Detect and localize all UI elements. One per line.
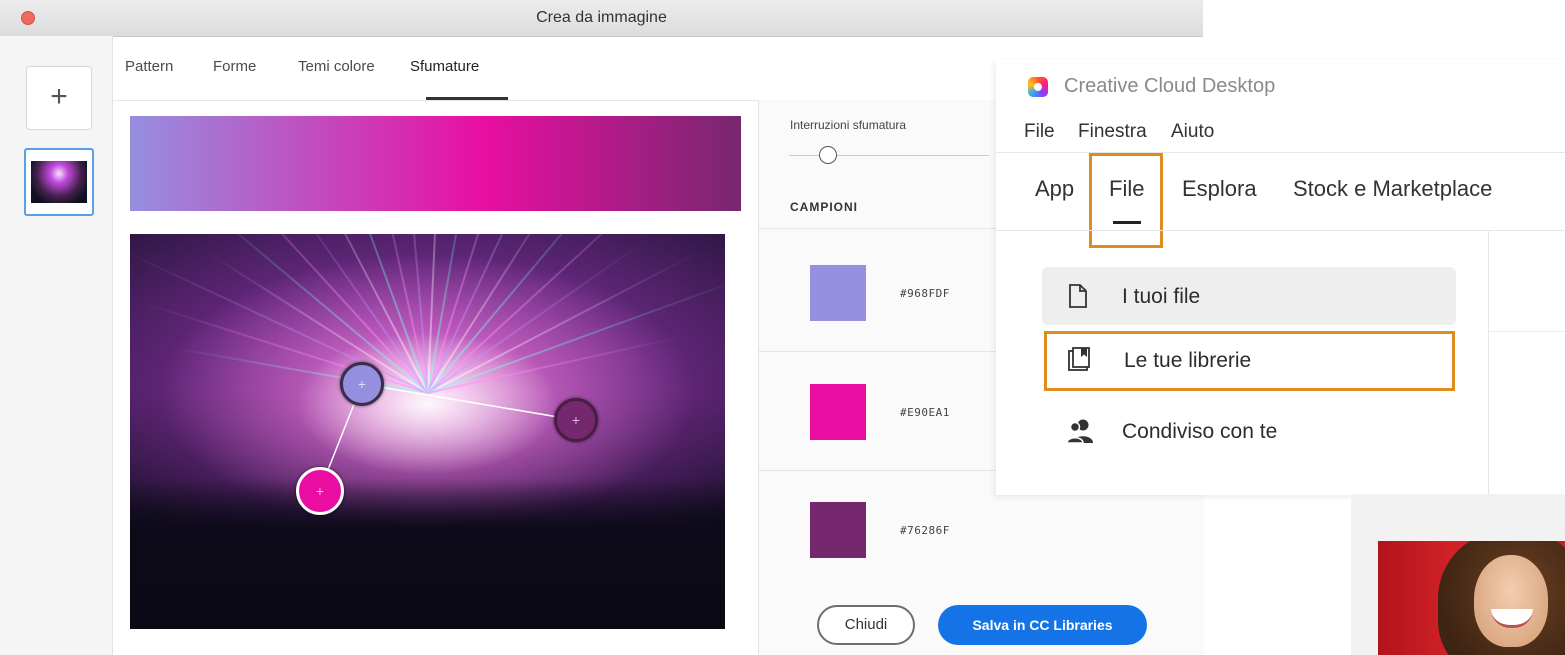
cc-app-title: Creative Cloud Desktop xyxy=(1064,75,1276,97)
active-tab-indicator xyxy=(426,97,508,100)
title-bar: Crea da immagine xyxy=(0,0,1203,37)
portrait-face xyxy=(1474,555,1548,647)
menu-bar: File Finestra Aiuto xyxy=(996,120,1565,153)
save-to-cc-libraries-button[interactable]: Salva in CC Libraries xyxy=(938,605,1147,645)
marker-connectors xyxy=(319,383,577,491)
menu-file[interactable]: File xyxy=(1024,121,1055,143)
color-picker-marker-3[interactable]: + xyxy=(554,398,598,442)
close-button[interactable]: Chiudi xyxy=(817,605,915,645)
swatch-color[interactable] xyxy=(810,384,866,440)
nav-item-label: Le tue librerie xyxy=(1124,349,1252,372)
file-tab-highlight-box xyxy=(1089,153,1163,248)
cc-tab-esplora[interactable]: Esplora xyxy=(1182,176,1257,202)
gradient-preview xyxy=(130,116,741,211)
swatch-hex: #E90EA1 xyxy=(900,406,950,419)
color-picker-marker-1[interactable]: + xyxy=(340,362,384,406)
nav-item-your-files[interactable]: I tuoi file xyxy=(1042,267,1456,325)
thumbnail-picture xyxy=(31,161,87,203)
image-thumbnail[interactable] xyxy=(24,148,94,216)
nav-item-label: I tuoi file xyxy=(1122,285,1201,308)
add-image-button[interactable]: + xyxy=(26,66,92,130)
creative-cloud-logo-icon xyxy=(1028,77,1048,97)
swatch-hex: #968FDF xyxy=(900,287,950,300)
concert-photo: + + + xyxy=(130,234,725,629)
nav-item-shared-with-you[interactable]: Condiviso con te xyxy=(1042,402,1456,460)
menu-finestra[interactable]: Finestra xyxy=(1078,121,1147,143)
swatch-color[interactable] xyxy=(810,502,866,558)
color-picker-marker-2[interactable]: + xyxy=(296,467,344,515)
cc-tab-app[interactable]: App xyxy=(1035,176,1074,202)
tab-forme[interactable]: Forme xyxy=(213,58,256,75)
tab-pattern[interactable]: Pattern xyxy=(125,58,173,75)
window-title: Crea da immagine xyxy=(536,9,667,26)
creative-cloud-desktop-window: Creative Cloud Desktop File Finestra Aiu… xyxy=(996,60,1565,495)
swatch-hex: #76286F xyxy=(900,524,950,537)
tab-temi-colore[interactable]: Temi colore xyxy=(298,58,375,75)
swatch-color[interactable] xyxy=(810,265,866,321)
menu-aiuto[interactable]: Aiuto xyxy=(1171,121,1214,143)
nav-item-label: Condiviso con te xyxy=(1122,420,1278,443)
divider xyxy=(996,230,1565,231)
gradient-stops-label: Interruzioni sfumatura xyxy=(790,118,907,132)
nav-item-your-libraries[interactable]: Le tue librerie xyxy=(1044,331,1455,391)
gradient-stops-slider-handle[interactable] xyxy=(819,146,837,164)
document-icon xyxy=(1069,284,1087,308)
image-sidebar: + xyxy=(0,36,113,655)
portrait-photo xyxy=(1378,541,1565,655)
tab-sfumature[interactable]: Sfumature xyxy=(410,58,479,75)
portrait-card xyxy=(1351,494,1565,655)
people-icon xyxy=(1066,419,1093,444)
cc-tab-stock-marketplace[interactable]: Stock e Marketplace xyxy=(1293,176,1492,202)
swatches-heading: CAMPIONI xyxy=(790,200,858,214)
library-icon xyxy=(1068,347,1090,371)
content-area xyxy=(1489,231,1565,332)
